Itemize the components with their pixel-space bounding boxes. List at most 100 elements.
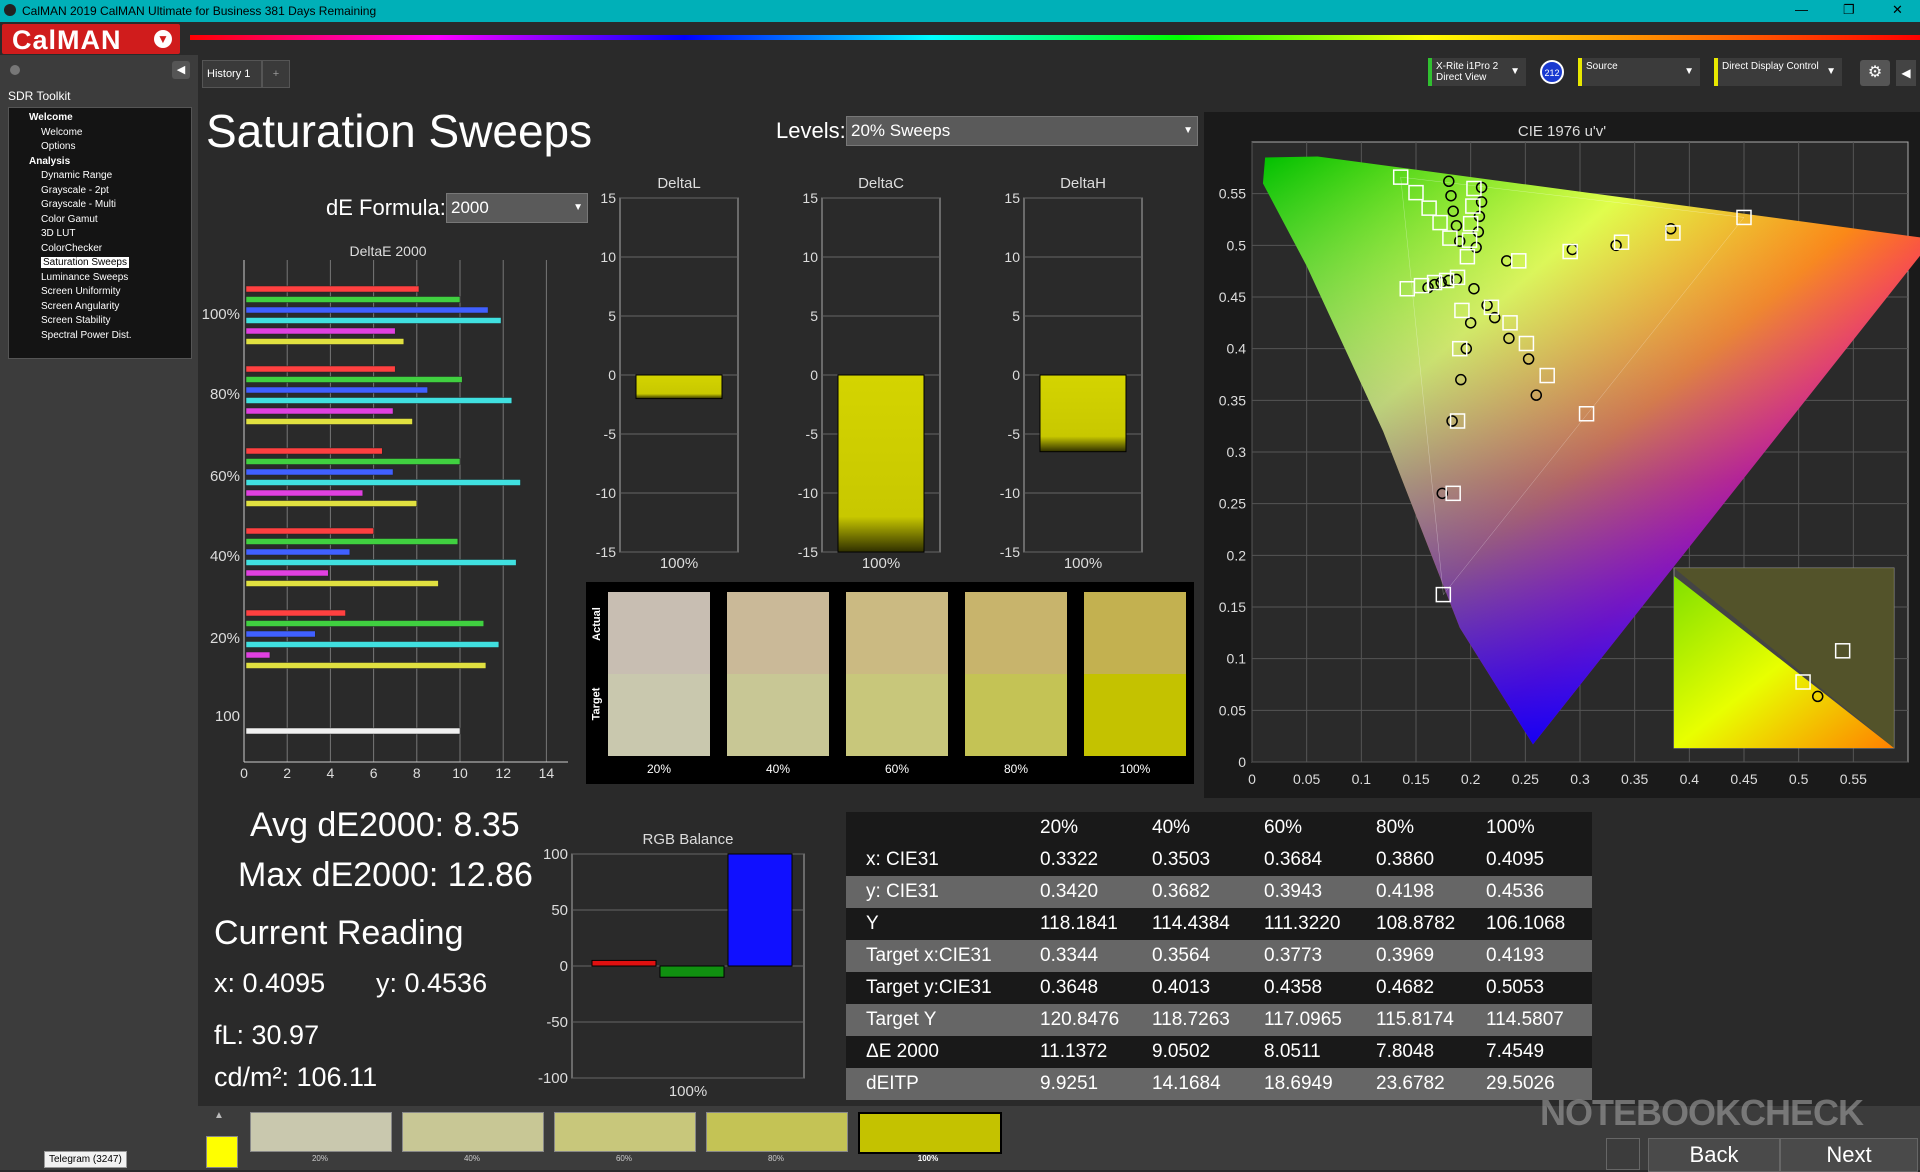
y-tick-label: -50 xyxy=(546,1014,568,1031)
eject-icon[interactable]: ▲ xyxy=(214,1110,224,1121)
add-tab-button[interactable]: + xyxy=(262,60,290,88)
tree-item[interactable]: ColorChecker xyxy=(41,243,102,254)
de-bar xyxy=(245,327,396,335)
column-header: 80% xyxy=(1376,817,1415,838)
de-bar xyxy=(245,538,459,545)
tree-group[interactable]: Analysis xyxy=(29,156,70,167)
level-swatch[interactable] xyxy=(402,1112,544,1152)
avg-de: Avg dE2000: 8.35 xyxy=(250,806,520,844)
tree-item[interactable]: Welcome xyxy=(41,127,83,138)
group-label: 60% xyxy=(210,468,240,485)
level-swatch[interactable] xyxy=(250,1112,392,1152)
y-tick-label: 0.45 xyxy=(1219,289,1246,305)
category-label: 100% xyxy=(669,1083,707,1100)
de-formula-label: dE Formula: xyxy=(326,195,446,220)
x-tick-label: 0.5 xyxy=(1789,771,1809,787)
tree-item[interactable]: Screen Angularity xyxy=(41,301,119,312)
swatch-level-label: 80% xyxy=(1003,762,1029,776)
expand-panel-button[interactable]: ◀ xyxy=(1896,60,1916,86)
collapse-sidebar-button[interactable]: ◀ xyxy=(172,61,190,79)
y-tick-label: -5 xyxy=(806,426,819,442)
x-tick-label: 10 xyxy=(452,765,468,780)
meter-control[interactable]: X-Rite i1Pro 2 Direct View ▼ xyxy=(1428,58,1526,86)
de-formula-select[interactable]: 2000 ▼ xyxy=(446,193,588,223)
rgb-bar xyxy=(591,959,657,967)
display-control[interactable]: Direct Display Control ▼ xyxy=(1714,58,1842,86)
tree-item[interactable]: Saturation Sweeps xyxy=(41,257,129,268)
group-label: 100% xyxy=(202,306,240,323)
calman-logo-menu[interactable]: CalMAN ▼ xyxy=(2,24,180,55)
x-tick-label: 0.15 xyxy=(1402,771,1429,787)
tree-group[interactable]: Welcome xyxy=(29,112,73,123)
x-tick-label: 0.1 xyxy=(1352,771,1372,787)
stop-icon[interactable] xyxy=(1606,1138,1640,1170)
tree-item[interactable]: Spectral Power Dist. xyxy=(41,330,132,341)
rgb-bar xyxy=(727,853,793,967)
de-bar xyxy=(245,386,428,394)
back-label: Back xyxy=(1689,1142,1739,1167)
y-tick-label: -10 xyxy=(1000,485,1020,501)
color-swatch-panel: Actual Target 20% 40% 60% 80% 100% xyxy=(586,582,1194,784)
column-header: 100% xyxy=(1486,817,1535,838)
back-button[interactable]: Back xyxy=(1648,1138,1780,1172)
tree-item[interactable]: Screen Uniformity xyxy=(41,286,120,297)
maximize-icon[interactable]: ❐ xyxy=(1843,2,1855,18)
y-tick-label: 15 xyxy=(1004,190,1020,206)
de-bar xyxy=(245,479,521,486)
level-swatch[interactable] xyxy=(858,1112,1002,1154)
target-swatch xyxy=(608,674,710,756)
table-cell: 0.3943 xyxy=(1264,881,1323,902)
pin-icon[interactable] xyxy=(10,65,20,75)
table-cell: 0.4682 xyxy=(1376,977,1435,998)
minimize-icon[interactable]: — xyxy=(1795,2,1808,17)
levels-select[interactable]: 20% Sweeps ▼ xyxy=(846,116,1198,146)
y-tick-label: 0.3 xyxy=(1227,444,1247,460)
tree-item[interactable]: Grayscale - Multi xyxy=(41,199,116,210)
group-label: 100 xyxy=(215,708,240,725)
next-label: Next xyxy=(1826,1142,1872,1167)
table-cell: 9.0502 xyxy=(1152,1041,1211,1062)
settings-gear-icon[interactable]: ⚙ xyxy=(1860,60,1890,86)
tree-item[interactable]: Grayscale - 2pt xyxy=(41,185,109,196)
source-control[interactable]: Source ▼ xyxy=(1578,58,1700,86)
x-tick-label: 0 xyxy=(1248,771,1256,787)
tree-item[interactable]: Screen Stability xyxy=(41,315,110,326)
level-swatch[interactable] xyxy=(706,1112,848,1152)
tab-history-1[interactable]: History 1 xyxy=(202,60,262,88)
y-tick-label: 10 xyxy=(802,249,818,265)
tree-item[interactable]: 3D LUT xyxy=(41,228,75,239)
y-tick-label: -10 xyxy=(798,485,818,501)
taskbar-telegram-badge[interactable]: Telegram (3247) xyxy=(44,1151,127,1168)
chevron-down-icon: ▼ xyxy=(154,30,172,48)
y-tick-label: 50 xyxy=(551,902,568,919)
de-bar xyxy=(245,418,413,425)
tree-item[interactable]: Color Gamut xyxy=(41,214,98,225)
target-label: Target xyxy=(590,687,603,721)
y-tick-label: 0.15 xyxy=(1219,599,1246,615)
table-cell: 114.4384 xyxy=(1152,913,1230,934)
de-bar xyxy=(245,641,500,648)
tree-item[interactable]: Dynamic Range xyxy=(41,170,112,181)
tree-item[interactable]: Options xyxy=(41,141,75,152)
delta-l-chart: DeltaL 15 10 5 0 -5 -10 -15 100% xyxy=(596,175,739,572)
meter-badge[interactable]: 212 xyxy=(1540,60,1564,84)
x-tick-label: 0.4 xyxy=(1680,771,1700,787)
de-bar xyxy=(245,548,351,556)
table-cell: 111.3220 xyxy=(1264,913,1341,934)
measurement-table: 20% 40% 60% 80% 100% x: CIE31 0.3322 0.3503 0.36… xyxy=(846,812,1592,1100)
close-icon[interactable]: ✕ xyxy=(1892,2,1903,18)
y-tick-label: 0.25 xyxy=(1219,496,1246,512)
de-bar xyxy=(245,569,329,577)
de-bar xyxy=(245,365,396,373)
calman-app-icon xyxy=(4,4,16,16)
levels-value: 20% Sweeps xyxy=(851,121,951,140)
y-tick-label: -5 xyxy=(604,426,617,442)
y-tick-label: 5 xyxy=(1012,308,1020,324)
rgb-bar xyxy=(659,965,725,978)
level-swatch[interactable] xyxy=(554,1112,696,1152)
watermark-notebookcheck: NOTEBOOKCHECK xyxy=(1540,1092,1864,1133)
next-button[interactable]: Next xyxy=(1780,1138,1918,1172)
row-label: Target y:CIE31 xyxy=(866,977,992,998)
y-tick-label: 0.2 xyxy=(1227,547,1247,563)
tree-item[interactable]: Luminance Sweeps xyxy=(41,272,128,283)
